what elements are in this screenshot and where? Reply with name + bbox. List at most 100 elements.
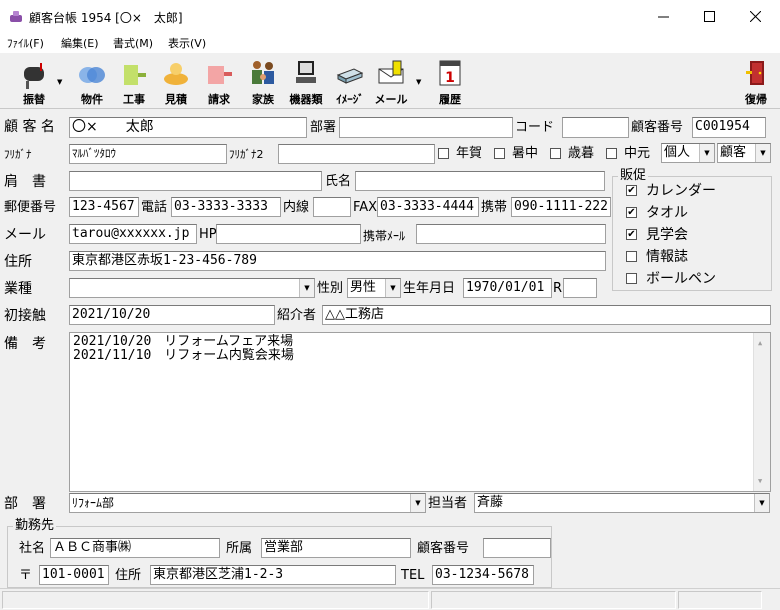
birthday-era-field[interactable] [563,278,597,298]
promo-item-towel: タオル [646,205,688,221]
menu-file[interactable]: ﾌｧｲﾙ(F) [7,35,44,51]
exit-door-icon [746,61,764,85]
address-field[interactable]: 東京都港区赤坂1-23-456-789 [69,251,606,271]
restore-button[interactable]: 復帰 [736,55,776,107]
department-label: 部署 [310,120,337,135]
person-name-label: 氏名 [325,174,352,189]
mobile-mail-field[interactable] [416,224,606,244]
tel-field[interactable]: 03-1234-5678 [432,565,534,585]
furigana-field[interactable]: ﾏﾙﾊﾞﾂﾀﾛｳ [69,144,227,164]
history-button[interactable]: 1 履歴 [430,55,470,107]
wp-customer-number-field[interactable] [483,538,551,558]
mail-button[interactable]: メール [371,55,411,107]
extension-field[interactable] [313,197,351,217]
promo-item-magazine: 情報誌 [646,249,688,265]
year-end-checkbox[interactable] [550,148,561,159]
mail-icon [378,60,404,84]
postal-field[interactable]: 123-4567 [69,197,139,217]
postal-label: 郵便番号 [4,200,57,215]
phone-field[interactable]: 03-3333-3333 [171,197,281,217]
family-icon [252,61,274,84]
property-button[interactable]: 物件 [72,55,112,107]
industry-label: 業種 [4,281,32,297]
customer-category-select[interactable]: 顧客 ▼ [717,143,771,163]
estimate-icon [164,63,188,85]
status-pane [431,591,676,609]
chevron-down-icon: ▼ [754,494,769,512]
mobile-field[interactable]: 090-1111-222 [511,197,611,217]
promo-check-towel[interactable]: ✔ [626,207,637,218]
remarks-line: 2021/10/20 リフォームフェア来場 [73,334,294,349]
gender-select[interactable]: 男性 ▼ [347,278,401,298]
fax-field[interactable]: 03-3333-4444 [377,197,479,217]
birthday-field[interactable]: 1970/01/01 [463,278,552,298]
wp-address-field[interactable]: 東京都港区芝浦1-2-3 [150,565,396,585]
invoice-button[interactable]: 請求 [199,55,239,107]
promo-check-calendar[interactable]: ✔ [626,185,637,196]
close-button[interactable] [732,0,778,33]
department-field[interactable] [339,117,513,138]
summer-label: 暑中 [512,146,539,161]
mobile-label: 携帯 [481,200,508,215]
promo-check-tour[interactable]: ✔ [626,229,637,240]
menu-edit[interactable]: 編集(E) [61,35,99,51]
transfer-dropdown-icon[interactable]: ▼ [57,78,62,86]
menu-view[interactable]: 表示(V) [168,35,206,51]
dept-select[interactable]: ﾘﾌｫｰﾑ部 ▼ [69,493,426,513]
scroll-down-icon[interactable]: ▼ [758,474,762,488]
workplace-label: 勤務先 [13,517,57,535]
equipment-icon [296,61,316,83]
remarks-scrollbar[interactable]: ▲ ▼ [753,333,770,491]
code-field[interactable] [562,117,629,138]
menu-format[interactable]: 書式(M) [113,35,153,51]
image-button[interactable]: ｲﾒｰｼﾞ [330,55,370,107]
mail-label: メール [4,227,46,243]
new-year-checkbox[interactable] [438,148,449,159]
new-year-label: 年賀 [456,146,483,161]
wp-customer-number-label: 顧客番号 [417,541,470,556]
equipment-button[interactable]: 機器類 [285,55,327,107]
promo-check-pen[interactable] [626,273,637,284]
tel-label: TEL [401,568,425,583]
customer-number-label: 顧客番号 [631,120,684,135]
furigana2-label: ﾌﾘｶﾞﾅ2 [229,148,264,161]
customer-name-field[interactable]: 〇× 太郎 [69,117,307,138]
mobile-mail-label: 携帯ﾒｰﾙ [363,229,406,243]
status-pane [678,591,762,609]
chevron-down-icon: ▼ [755,144,770,162]
app-icon [10,11,22,22]
mail-field[interactable]: tarou@xxxxxx.jp [69,224,197,244]
first-contact-field[interactable]: 2021/10/20 [69,305,275,325]
estimate-button[interactable]: 見積 [156,55,196,107]
maximize-button[interactable] [686,0,732,33]
promo-check-magazine[interactable] [626,251,637,262]
minimize-button[interactable] [640,0,686,33]
code-label: コード [515,120,555,135]
customer-number-field[interactable]: C001954 [692,117,766,138]
furigana2-field[interactable] [278,144,435,164]
remarks-textarea[interactable]: 2021/10/20 リフォームフェア来場 2021/11/10 リフォーム内覧… [69,332,771,492]
promo-item-calendar: カレンダー [646,183,716,199]
customer-name-label: 顧 客 名 [4,119,55,135]
industry-select[interactable]: ▼ [69,278,315,298]
customer-type-select[interactable]: 個人 ▼ [661,143,715,163]
staff-select[interactable]: 斉藤 ▼ [474,493,770,513]
address-label: 住所 [4,254,32,270]
introducer-field[interactable]: △△工務店 [322,305,771,325]
company-field[interactable]: ＡＢＣ商事㈱ [50,538,220,558]
hp-field[interactable] [216,224,361,244]
scroll-up-icon[interactable]: ▲ [758,336,762,350]
transfer-button[interactable]: 振替 [14,55,54,107]
family-button[interactable]: 家族 [243,55,283,107]
affiliation-field[interactable]: 営業部 [261,538,411,558]
construction-button[interactable]: 工事 [114,55,154,107]
person-name-field[interactable] [355,171,605,191]
dept-label: 部 署 [4,496,46,512]
staff-label: 担当者 [428,496,468,511]
wp-postal-label: 〒 [19,568,33,583]
job-title-field[interactable] [69,171,322,191]
mid-year-checkbox[interactable] [606,148,617,159]
wp-postal-field[interactable]: 101-0001 [39,565,109,585]
mail-dropdown-icon[interactable]: ▼ [416,78,421,86]
summer-checkbox[interactable] [494,148,505,159]
